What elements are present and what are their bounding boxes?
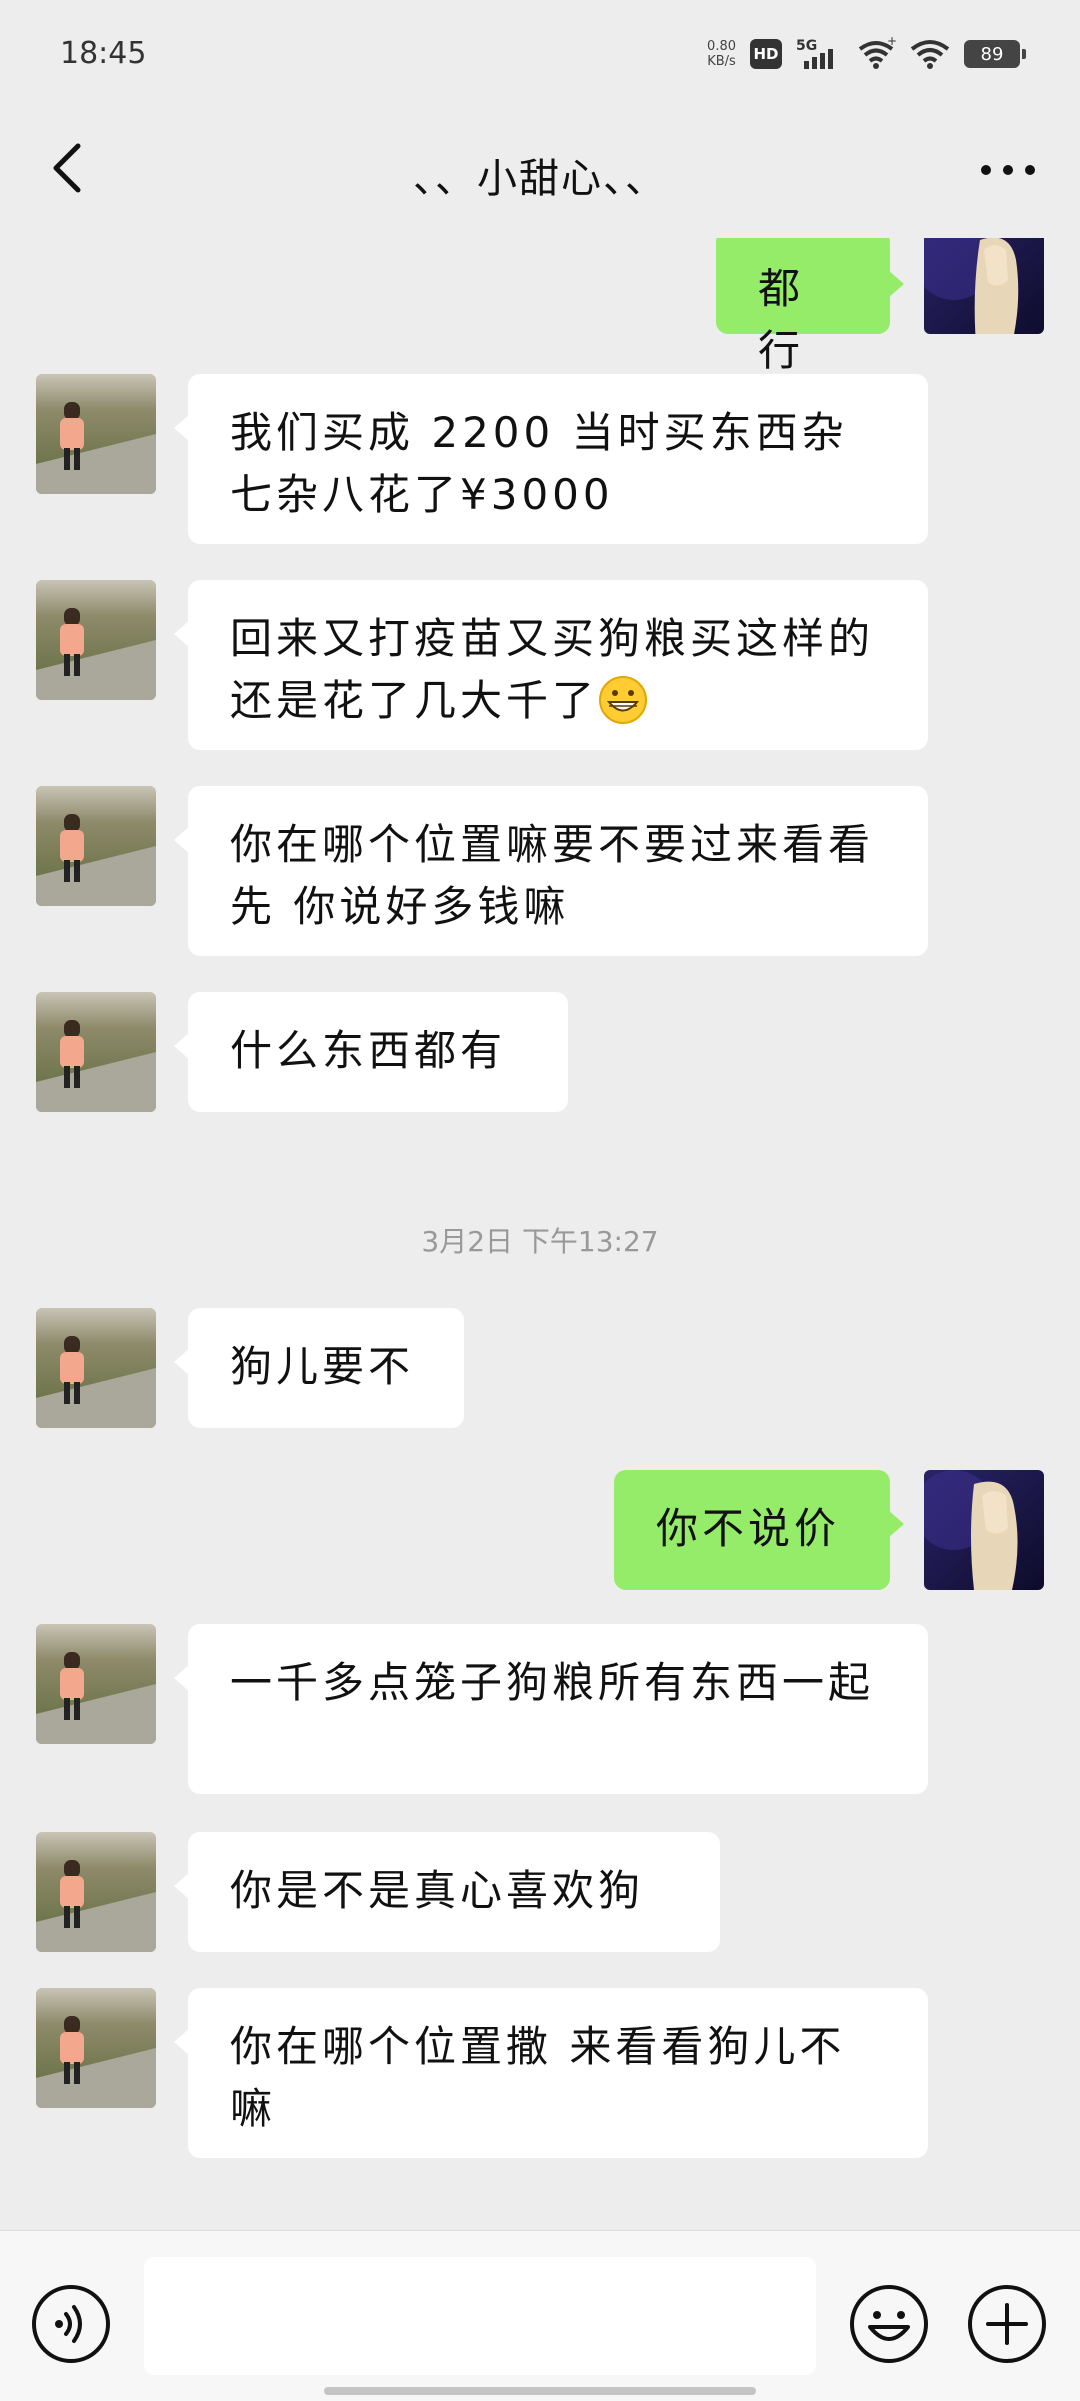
status-time: 18:45: [60, 36, 147, 71]
message-bubble-received[interactable]: 你是不是真心喜欢狗: [174, 1832, 720, 1952]
message-text: 我们买成 2200 当时买东西杂七杂八花了¥3000: [230, 408, 848, 519]
message-text: 回来又打疫苗又买狗粮买这样的还是花了几大千了: [230, 614, 875, 725]
home-indicator[interactable]: [324, 2387, 756, 2395]
message-text: 一千多点笼子狗粮所有东西一起: [230, 1658, 875, 1707]
avatar[interactable]: [36, 1988, 156, 2108]
battery-indicator: 89: [964, 40, 1026, 68]
message-bubble-received[interactable]: 狗儿要不: [174, 1308, 464, 1428]
avatar[interactable]: [36, 374, 156, 494]
avatar[interactable]: [36, 786, 156, 906]
message-timestamp: 3月2日 下午13:27: [421, 1225, 659, 1258]
message-text: 你在哪个位置撒 来看看狗儿不嘛: [230, 2022, 846, 2133]
emoji-icon[interactable]: [848, 2283, 930, 2365]
message-text: 你在哪个位置嘛要不要过来看看先 你说好多钱嘛: [230, 820, 875, 931]
chat-title: 、、小甜心、、: [413, 156, 667, 202]
message-bubble-received[interactable]: 我们买成 2200 当时买东西杂七杂八花了¥3000: [174, 374, 928, 544]
message-bubble-received[interactable]: 什么东西都有: [174, 992, 568, 1112]
message-text: 什么东西都有: [230, 1026, 507, 1075]
network-speed-unit: KB/s: [707, 54, 736, 69]
hd-badge: HD: [750, 39, 782, 69]
message-bubble-received[interactable]: 你在哪个位置嘛要不要过来看看先 你说好多钱嘛: [174, 786, 928, 956]
wifi-signal-icon: +: [858, 37, 896, 69]
more-horizontal-icon[interactable]: [972, 140, 1044, 200]
message-bubble-received[interactable]: 你在哪个位置撒 来看看狗儿不嘛: [174, 1988, 928, 2158]
signal-icon: 5G: [796, 38, 833, 69]
plus-icon[interactable]: [966, 2283, 1048, 2365]
network-speed-value: 0.80: [707, 39, 736, 54]
grinning-face-icon: [599, 676, 648, 724]
input-bar: [0, 2230, 1080, 2401]
avatar[interactable]: [36, 1308, 156, 1428]
voice-icon[interactable]: [30, 2283, 112, 2365]
message-bubble-sent[interactable]: 都行: [716, 238, 904, 375]
wifi-icon: [910, 40, 950, 69]
message-text: 狗儿要不: [230, 1342, 415, 1391]
status-bar: 18:45 0.80 KB/s HD 5G + 89: [0, 0, 1080, 110]
message-list[interactable]: 都行 我们买成 2200 当时买东西杂七杂八花了¥3000 回来又打疫苗又买狗粮…: [0, 238, 1080, 2230]
status-icons: 0.80 KB/s HD 5G + 89: [707, 32, 1026, 76]
message-text: 你是不是真心喜欢狗: [230, 1866, 645, 1915]
chat-header: 、、小甜心、、: [0, 110, 1080, 238]
message-input[interactable]: [144, 2257, 816, 2375]
avatar[interactable]: [36, 580, 156, 700]
message-bubble-sent[interactable]: 你不说价: [614, 1470, 904, 1590]
avatar[interactable]: [36, 992, 156, 1112]
avatar[interactable]: [924, 1470, 1044, 1590]
message-bubble-received[interactable]: 回来又打疫苗又买狗粮买这样的还是花了几大千了: [174, 580, 928, 750]
signal-label: 5G: [796, 38, 817, 54]
avatar[interactable]: [36, 1832, 156, 1952]
network-speed: 0.80 KB/s: [707, 39, 736, 69]
message-text: 都行: [758, 264, 805, 375]
avatar[interactable]: [924, 238, 1044, 334]
svg-text:+: +: [887, 37, 896, 48]
avatar[interactable]: [36, 1624, 156, 1744]
message-bubble-received[interactable]: 一千多点笼子狗粮所有东西一起: [174, 1624, 928, 1794]
message-text: 你不说价: [656, 1504, 841, 1553]
